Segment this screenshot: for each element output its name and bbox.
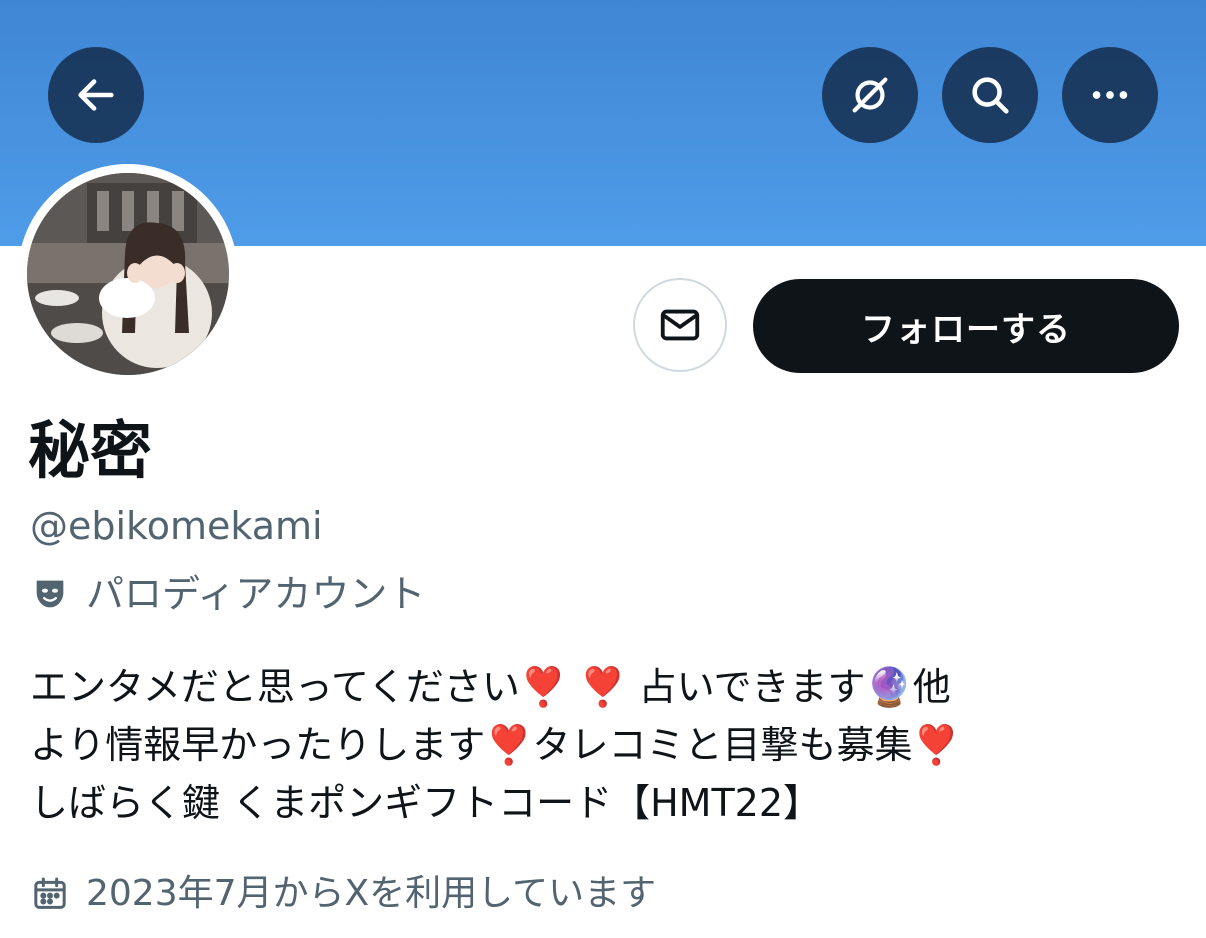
follow-button[interactable]: フォローする xyxy=(753,279,1179,373)
grok-button[interactable] xyxy=(822,47,918,143)
parody-label[interactable]: パロディアカウント xyxy=(30,570,425,618)
join-date-text: 2023年7月からXを利用しています xyxy=(86,873,657,914)
join-date: 2023年7月からXを利用しています xyxy=(30,870,656,918)
grok-icon xyxy=(852,77,888,113)
message-button[interactable] xyxy=(633,278,727,372)
more-horizontal-icon xyxy=(1092,91,1128,99)
display-name: 秘密 xyxy=(28,414,153,487)
parody-text: パロディアカウント xyxy=(86,572,426,616)
arrow-left-icon xyxy=(78,79,114,111)
theater-mask-icon xyxy=(36,580,64,608)
avatar-image xyxy=(27,173,229,375)
search-icon xyxy=(972,77,1009,114)
more-button[interactable] xyxy=(1062,47,1158,143)
envelope-icon xyxy=(660,309,700,341)
avatar[interactable] xyxy=(18,164,238,384)
back-button[interactable] xyxy=(48,47,144,143)
user-handle: @ebikomekami xyxy=(30,504,323,548)
calendar-icon xyxy=(34,877,66,909)
profile-bio: エンタメだと思ってください❣️ ❣️ 占いできます🔮他 より情報早かったりします… xyxy=(30,665,960,825)
search-button[interactable] xyxy=(942,47,1038,143)
